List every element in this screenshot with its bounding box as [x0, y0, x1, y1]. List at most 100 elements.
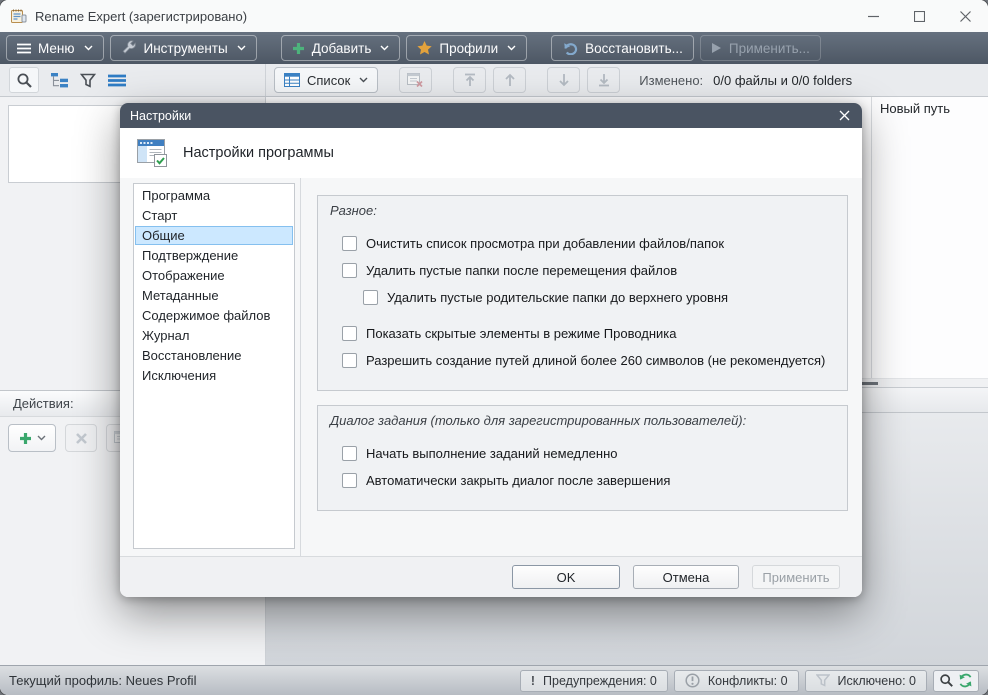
list-lines-icon[interactable]: [108, 74, 126, 87]
search-icon: [16, 72, 33, 89]
window-title: Rename Expert (зарегистрировано): [35, 9, 247, 24]
checkbox-label: Удалить пустые папки после перемещения ф…: [366, 263, 677, 278]
settings-nav-item[interactable]: Исключения: [135, 366, 293, 385]
checkbox[interactable]: [363, 290, 378, 305]
dialog-header: Настройки программы: [120, 128, 862, 178]
excluded-badge[interactable]: Исключено: 0: [805, 670, 927, 692]
checkbox[interactable]: [342, 236, 357, 251]
move-top-button[interactable]: [453, 67, 486, 93]
chevron-down-icon: [237, 45, 246, 51]
tools-label: Инструменты: [144, 41, 228, 56]
view-mode-dropdown[interactable]: Список: [274, 67, 378, 93]
plus-icon: [292, 42, 305, 55]
new-path-column-header[interactable]: Новый путь: [872, 97, 988, 120]
settings-nav-item[interactable]: Отображение: [135, 266, 293, 285]
arrow-down-bar-icon: [597, 73, 611, 87]
dialog-apply-button[interactable]: Применить: [752, 565, 840, 589]
conflicts-label: Конфликты: 0: [708, 674, 788, 688]
settings-dialog: Настройки Настройки программы: [120, 103, 862, 597]
search-icon: [939, 673, 954, 688]
close-x-icon: [75, 432, 88, 445]
dialog-close-button[interactable]: [826, 103, 862, 128]
tools-button[interactable]: Инструменты: [110, 35, 257, 61]
settings-nav-item[interactable]: Метаданные: [135, 286, 293, 305]
dialog-body: ПрограммаСтартОбщиеПодтверждениеОтображе…: [120, 178, 862, 556]
profiles-button[interactable]: Профили: [406, 35, 527, 61]
settings-nav-item[interactable]: Содержимое файлов: [135, 306, 293, 325]
settings-nav-item[interactable]: Журнал: [135, 326, 293, 345]
tree-view-icon[interactable]: [51, 73, 68, 88]
chevron-down-icon: [380, 45, 389, 51]
clear-list-icon: [407, 73, 424, 87]
checkbox-option[interactable]: Автоматически закрыть диалог после завер…: [342, 467, 835, 494]
clear-list-button[interactable]: [399, 67, 432, 93]
chevron-down-icon: [84, 45, 93, 51]
warnings-badge[interactable]: ! Предупреждения: 0: [520, 670, 668, 692]
chevron-down-icon: [37, 435, 46, 441]
refresh-icon: [958, 673, 973, 688]
settings-nav-item[interactable]: Восстановление: [135, 346, 293, 365]
minimize-button[interactable]: [850, 0, 896, 32]
add-button[interactable]: Добавить: [281, 35, 401, 61]
checkbox[interactable]: [342, 326, 357, 341]
add-label: Добавить: [312, 41, 372, 56]
settings-nav-column: ПрограммаСтартОбщиеПодтверждениеОтображе…: [120, 178, 301, 556]
checkbox[interactable]: [342, 353, 357, 368]
cancel-button[interactable]: Отмена: [633, 565, 739, 589]
group-label: Разное:: [330, 203, 377, 218]
dialog-title: Настройки: [130, 109, 191, 123]
chevron-down-icon: [507, 45, 516, 51]
move-up-button[interactable]: [493, 67, 526, 93]
conflict-icon: [685, 673, 700, 688]
arrow-up-icon: [503, 73, 517, 87]
new-path-column: Новый путь: [871, 97, 988, 378]
menu-label: Меню: [38, 41, 75, 56]
checkbox-option[interactable]: Удалить пустые папки после перемещения ф…: [342, 257, 835, 284]
star-icon: [417, 41, 432, 55]
checkbox-option[interactable]: Начать выполнение заданий немедленно: [342, 440, 835, 467]
add-action-button[interactable]: [8, 424, 56, 452]
apply-button[interactable]: Применить...: [700, 35, 821, 61]
dialog-titlebar: Настройки: [120, 103, 862, 128]
changed-label: Изменено:: [639, 73, 703, 88]
checkbox[interactable]: [342, 263, 357, 278]
settings-nav-item[interactable]: Общие: [135, 226, 293, 245]
settings-nav-item[interactable]: Программа: [135, 186, 293, 205]
checkbox[interactable]: [342, 473, 357, 488]
close-button[interactable]: [942, 0, 988, 32]
checkbox[interactable]: [342, 446, 357, 461]
current-profile-status: Текущий профиль: Neues Profil: [9, 673, 514, 688]
settings-nav-item[interactable]: Старт: [135, 206, 293, 225]
delete-action-button[interactable]: [65, 424, 97, 452]
checkbox-label: Удалить пустые родительские папки до вер…: [387, 290, 728, 305]
checkbox-option[interactable]: Очистить список просмотра при добавлении…: [342, 230, 835, 257]
warning-icon: !: [531, 673, 535, 688]
arrow-down-icon: [557, 73, 571, 87]
ok-button[interactable]: OK: [512, 565, 620, 589]
move-bottom-button[interactable]: [587, 67, 620, 93]
settings-groups: Разное: Очистить список просмотра при доб…: [317, 195, 848, 511]
restore-button[interactable]: Восстановить...: [551, 35, 694, 61]
checkbox-option[interactable]: Удалить пустые родительские папки до вер…: [363, 284, 835, 311]
filter-icon[interactable]: [80, 73, 96, 88]
checkbox-label: Разрешить создание путей длиной более 26…: [366, 353, 825, 368]
play-icon: [711, 42, 722, 54]
settings-nav: ПрограммаСтартОбщиеПодтверждениеОтображе…: [133, 183, 295, 549]
arrow-up-bar-icon: [463, 73, 477, 87]
search-refresh-button[interactable]: [933, 670, 979, 692]
app-window: Rename Expert (зарегистрировано) Меню Ин…: [0, 0, 988, 695]
move-down-button[interactable]: [547, 67, 580, 93]
settings-nav-item[interactable]: Подтверждение: [135, 246, 293, 265]
settings-window-icon: [133, 135, 170, 172]
dialog-footer: OK Отмена Применить: [120, 556, 862, 597]
menu-icon: [17, 43, 31, 54]
conflicts-badge[interactable]: Конфликты: 0: [674, 670, 799, 692]
checkbox-option[interactable]: Показать скрытые элементы в режиме Прово…: [342, 320, 835, 347]
window-controls: [850, 0, 988, 32]
search-toggle-button[interactable]: [9, 67, 39, 93]
dialog-header-title: Настройки программы: [183, 145, 334, 161]
actions-label: Действия:: [13, 396, 74, 411]
maximize-button[interactable]: [896, 0, 942, 32]
checkbox-option[interactable]: Разрешить создание путей длиной более 26…: [342, 347, 835, 374]
menu-button[interactable]: Меню: [6, 35, 104, 61]
